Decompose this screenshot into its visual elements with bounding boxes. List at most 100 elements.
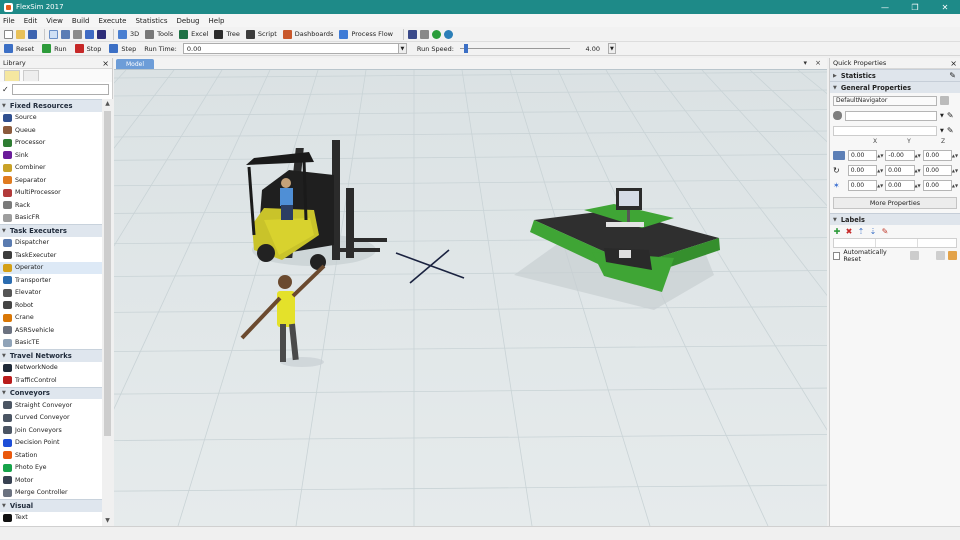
- general-properties-section[interactable]: ▼ General Properties: [830, 81, 960, 93]
- menu-execute[interactable]: Execute: [98, 17, 126, 25]
- copy-labels-icon[interactable]: [936, 251, 945, 260]
- size-z-spinner[interactable]: ▲▼: [952, 180, 958, 191]
- library-item[interactable]: Source: [0, 112, 102, 125]
- shape-dropdown-icon[interactable]: ▼: [940, 128, 944, 134]
- library-item[interactable]: Rack: [0, 199, 102, 212]
- connect-mode-icon[interactable]: [61, 29, 70, 39]
- stop-button[interactable]: Stop: [74, 44, 101, 53]
- group-select-icon[interactable]: [85, 29, 94, 39]
- library-item[interactable]: Queue: [0, 124, 102, 137]
- library-item[interactable]: Sink: [0, 149, 102, 162]
- library-item[interactable]: Crane: [0, 312, 102, 325]
- library-item[interactable]: Operator: [0, 261, 102, 274]
- library-user-tab[interactable]: [23, 70, 39, 81]
- rotation-z-spinner[interactable]: ▲▼: [952, 165, 958, 176]
- position-z-field[interactable]: 0.00: [922, 150, 952, 161]
- shape-pick-icon[interactable]: ✎: [947, 126, 954, 135]
- menu-statistics[interactable]: Statistics: [135, 17, 167, 25]
- web-icon[interactable]: [444, 29, 453, 39]
- model-3d-view[interactable]: Model ▾ ×: [0, 58, 960, 527]
- rotation-z-field[interactable]: 0.00: [922, 165, 952, 176]
- rotation-x-field[interactable]: 0.00: [847, 165, 878, 176]
- menu-build[interactable]: Build: [72, 17, 90, 25]
- library-item[interactable]: Motor: [0, 474, 102, 487]
- 3d-scene[interactable]: [0, 69, 960, 527]
- slider-thumb[interactable]: [463, 44, 468, 53]
- library-objects-tab[interactable]: [4, 70, 20, 81]
- new-file-icon[interactable]: [4, 29, 13, 39]
- size-z-field[interactable]: 0.00: [922, 180, 952, 191]
- close-library-icon[interactable]: ×: [102, 58, 109, 69]
- help-icon[interactable]: [432, 29, 441, 39]
- color-field[interactable]: [845, 110, 937, 121]
- library-item[interactable]: BasicTE: [0, 337, 102, 350]
- menu-file[interactable]: File: [3, 17, 15, 25]
- rotation-y-field[interactable]: 0.00: [885, 165, 915, 176]
- scroll-down-icon[interactable]: ▼: [102, 516, 113, 526]
- library-scrollbar[interactable]: ▲ ▼: [102, 99, 113, 526]
- edit-label-icon[interactable]: ✎: [881, 227, 889, 236]
- library-group-header[interactable]: ▼ Task Executers: [0, 224, 102, 237]
- size-y-spinner[interactable]: ▲▼: [914, 180, 920, 191]
- size-y-field[interactable]: 0.00: [885, 180, 915, 191]
- statistics-section[interactable]: ▶ Statistics ✎: [830, 69, 960, 81]
- object-name-field[interactable]: DefaultNavigator: [833, 95, 937, 106]
- rotation-x-spinner[interactable]: ▲▼: [877, 165, 883, 176]
- shape-field[interactable]: [833, 125, 937, 136]
- run-speed-dropdown[interactable]: ▼: [607, 43, 616, 54]
- library-item[interactable]: ASRSvehicle: [0, 324, 102, 337]
- menu-view[interactable]: View: [46, 17, 63, 25]
- library-item[interactable]: TrafficControl: [0, 374, 102, 387]
- scroll-thumb[interactable]: [104, 111, 111, 436]
- tab-list-icon[interactable]: ▾: [803, 58, 807, 69]
- tree-button[interactable]: Tree: [214, 29, 240, 39]
- tab-model[interactable]: Model: [116, 59, 155, 69]
- save-icon[interactable]: [28, 29, 37, 39]
- size-x-spinner[interactable]: ▲▼: [877, 180, 883, 191]
- run-time-field[interactable]: 0.00: [182, 43, 399, 54]
- position-x-spinner[interactable]: ▲▼: [877, 150, 883, 161]
- dashboards-button[interactable]: Dashboards: [282, 29, 333, 39]
- library-item[interactable]: TaskExecuter: [0, 249, 102, 262]
- model-settings-icon[interactable]: [408, 29, 417, 39]
- view-3d-button[interactable]: 3D: [118, 29, 139, 39]
- position-y-spinner[interactable]: ▲▼: [915, 150, 921, 161]
- menu-debug[interactable]: Debug: [176, 17, 199, 25]
- object-menu-icon[interactable]: [940, 96, 949, 105]
- library-group-header[interactable]: ▼ Travel Networks: [0, 349, 102, 362]
- library-item[interactable]: MultiProcessor: [0, 187, 102, 200]
- library-item[interactable]: Separator: [0, 174, 102, 187]
- close-quick-properties-icon[interactable]: ×: [950, 58, 957, 69]
- checkmark-icon[interactable]: ✓: [2, 85, 12, 94]
- library-item[interactable]: Station: [0, 449, 102, 462]
- library-item[interactable]: Elevator: [0, 287, 102, 300]
- script-button[interactable]: Script: [245, 29, 277, 39]
- move-down-icon[interactable]: ⇣: [869, 227, 877, 236]
- library-item[interactable]: Processor: [0, 137, 102, 150]
- reset-button[interactable]: Reset: [4, 44, 34, 53]
- menu-help[interactable]: Help: [209, 17, 225, 25]
- library-item[interactable]: Robot: [0, 299, 102, 312]
- tools-button[interactable]: Tools: [145, 29, 173, 39]
- library-item[interactable]: Combiner: [0, 162, 102, 175]
- library-item[interactable]: Join Conveyors: [0, 424, 102, 437]
- delete-label-icon[interactable]: ✖: [845, 227, 853, 236]
- library-group-header[interactable]: ▼ Fixed Resources: [0, 99, 102, 112]
- maximize-button[interactable]: ❐: [900, 0, 930, 14]
- step-button[interactable]: Step: [109, 44, 136, 53]
- library-item[interactable]: Curved Conveyor: [0, 412, 102, 425]
- auto-reset-checkbox[interactable]: [833, 251, 841, 260]
- color-dropdown-icon[interactable]: ▼: [940, 113, 944, 119]
- excel-button[interactable]: Excel: [179, 29, 208, 39]
- library-item[interactable]: Straight Conveyor: [0, 399, 102, 412]
- position-x-field[interactable]: 0.00: [848, 150, 878, 161]
- paste-labels-icon[interactable]: [948, 251, 957, 260]
- rotation-y-spinner[interactable]: ▲▼: [914, 165, 920, 176]
- library-item[interactable]: BasicFR: [0, 212, 102, 225]
- layout-icon[interactable]: [420, 29, 429, 39]
- library-item[interactable]: Merge Controller: [0, 487, 102, 500]
- add-label-icon[interactable]: ✚: [833, 227, 841, 236]
- library-item[interactable]: Dispatcher: [0, 237, 102, 250]
- edit-selected-icon[interactable]: [97, 29, 106, 39]
- library-item[interactable]: Transporter: [0, 274, 102, 287]
